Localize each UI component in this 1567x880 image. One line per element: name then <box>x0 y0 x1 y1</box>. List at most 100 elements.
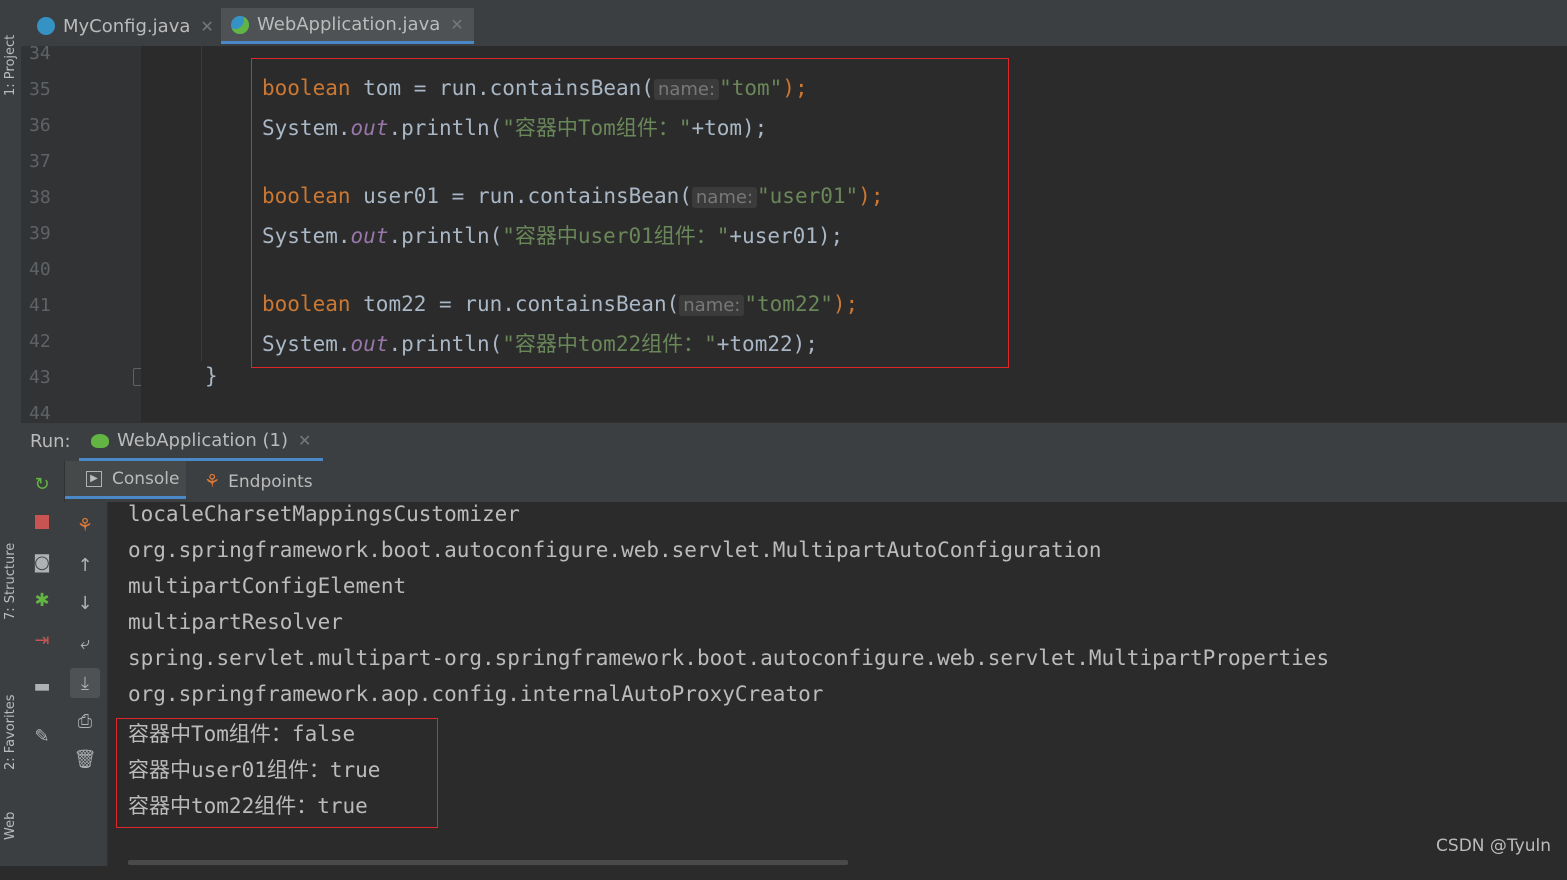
pin-icon[interactable]: ✎ <box>31 725 53 747</box>
exit-icon[interactable]: ⇥ <box>31 629 53 651</box>
code-line: System.out.println("容器中user01组件："+user01… <box>262 220 843 250</box>
favorites-tool-label: 2: Favorites <box>3 694 18 770</box>
console-line: org.springframework.aop.config.internalA… <box>128 682 824 706</box>
code-editor[interactable]: boolean tom = run.containsBean(name: "tom… <box>141 46 1567 422</box>
code-text: tom22 = run.containsBean( <box>350 292 680 316</box>
tab-webapplication-label: WebApplication.java <box>257 14 441 35</box>
line-number: 38 <box>29 187 51 208</box>
code-tail: ); <box>782 76 808 100</box>
scroll-to-end-icon[interactable]: ⤓ <box>70 668 100 698</box>
endpoints-tab-label: Endpoints <box>228 471 313 492</box>
console-line: spring.servlet.multipart-org.springframe… <box>128 646 1330 670</box>
code-line: System.out.println("容器中tom22组件："+tom22); <box>262 328 818 358</box>
static-field: out <box>350 332 389 356</box>
code-text: System. <box>262 332 351 356</box>
close-icon[interactable]: ✕ <box>200 17 213 36</box>
java-class-icon <box>37 17 55 35</box>
soft-wrap-icon[interactable]: ⤶ <box>74 632 96 654</box>
debug-icon[interactable]: ✱ <box>31 589 53 611</box>
tab-console[interactable]: ▶ Console <box>64 461 186 499</box>
code-text: user01 = run.containsBean( <box>350 184 692 208</box>
keyword: boolean <box>262 76 351 100</box>
print-icon[interactable]: ⎙ <box>74 710 96 732</box>
arrow-up-icon[interactable]: ↑ <box>74 554 96 576</box>
run-actions-toolbar: ↻ ◙ ✱ ⇥ ▬ ✎ <box>21 461 65 866</box>
keyword: boolean <box>262 292 351 316</box>
project-tool-label: 1: Project <box>3 34 18 96</box>
indent-guide <box>201 46 202 361</box>
horizontal-scrollbar[interactable] <box>128 860 848 865</box>
line-number: 36 <box>29 115 51 136</box>
string-literal: "tom" <box>719 76 783 100</box>
project-tool-tab[interactable]: 1: Project <box>0 35 21 186</box>
layout-icon[interactable]: ▬ <box>31 675 53 697</box>
console-line: multipartConfigElement <box>128 574 407 598</box>
code-text: .println( <box>388 224 503 248</box>
highlight-box <box>251 58 1009 368</box>
console-icon: ▶ <box>86 470 102 487</box>
code-tail: ); <box>858 184 884 208</box>
spring-boot-run-icon <box>91 433 109 448</box>
code-text: .println( <box>388 116 503 140</box>
tab-myconfig[interactable]: MyConfig.java ✕ <box>27 8 224 44</box>
closing-brace: } <box>205 364 218 388</box>
console-line: localeCharsetMappingsCustomizer <box>128 502 520 526</box>
code-tail: +user01); <box>729 224 844 248</box>
code-tail: +tom22); <box>716 332 818 356</box>
string-literal: "user01" <box>757 184 859 208</box>
highlight-box <box>116 718 438 828</box>
line-number: 40 <box>29 259 51 280</box>
line-number: 42 <box>29 331 51 352</box>
editor-tab-bar: MyConfig.java ✕ WebApplication.java ✕ <box>21 0 1567 47</box>
console-line: org.springframework.boot.autoconfigure.w… <box>128 538 1102 562</box>
static-field: out <box>350 116 389 140</box>
console-actions-toolbar: ⚘ ↑ ↓ ⤶ ⤓ ⎙ 🗑 <box>64 502 108 866</box>
parameter-hint: name: <box>691 187 758 208</box>
line-number: 43 <box>29 367 51 388</box>
tab-endpoints[interactable]: ⚘ Endpoints <box>204 461 313 502</box>
code-text: System. <box>262 116 351 140</box>
console-line: multipartResolver <box>128 610 343 634</box>
endpoints-icon: ⚘ <box>204 471 221 492</box>
trash-icon[interactable]: 🗑 <box>74 748 97 770</box>
string-literal: "容器中user01组件：" <box>502 224 730 248</box>
code-line: System.out.println("容器中Tom组件："+tom); <box>262 112 767 142</box>
string-literal: "tom22" <box>744 292 833 316</box>
static-field: out <box>350 224 389 248</box>
code-line: boolean tom = run.containsBean(name: "tom… <box>262 76 808 100</box>
run-toolbar: Run: WebApplication (1) ✕ <box>21 422 1567 461</box>
line-number: 39 <box>29 223 51 244</box>
console-tab-bar: ▶ Console ⚘ Endpoints <box>64 461 1567 502</box>
tab-myconfig-label: MyConfig.java <box>63 15 191 37</box>
code-text: .println( <box>388 332 503 356</box>
line-number: 34 <box>29 43 51 64</box>
web-tool-tab[interactable]: Web <box>0 812 21 880</box>
code-tail: ); <box>832 292 859 316</box>
close-icon[interactable]: ✕ <box>450 15 463 34</box>
code-line: boolean user01 = run.containsBean(name: "… <box>262 184 883 208</box>
left-tool-strip: 1: Project 7: Structure 2: Favorites Web <box>0 0 22 866</box>
camera-icon[interactable]: ◙ <box>31 551 53 573</box>
run-config-label: WebApplication (1) <box>117 430 289 451</box>
code-tail: +tom); <box>691 116 768 140</box>
watermark: CSDN @Tyuln <box>1436 836 1551 856</box>
run-label: Run: <box>30 431 71 452</box>
console-tab-label: Console <box>112 468 180 489</box>
close-icon[interactable]: ✕ <box>298 431 311 450</box>
line-number: 44 <box>29 403 51 424</box>
string-literal: "容器中Tom组件：" <box>502 116 692 140</box>
endpoints-action-icon[interactable]: ⚘ <box>74 514 96 536</box>
stop-icon[interactable] <box>31 511 53 533</box>
keyword: boolean <box>262 184 351 208</box>
line-number: 41 <box>29 295 51 316</box>
tab-webapplication[interactable]: WebApplication.java ✕ <box>221 8 474 44</box>
rerun-icon[interactable]: ↻ <box>31 473 53 495</box>
parameter-hint: name: <box>679 295 745 316</box>
tab-run-config[interactable]: WebApplication (1) ✕ <box>79 423 324 461</box>
parameter-hint: name: <box>653 79 720 100</box>
arrow-down-icon[interactable]: ↓ <box>74 592 96 614</box>
structure-tool-label: 7: Structure <box>3 542 18 620</box>
console-output[interactable]: localeCharsetMappingsCustomizer org.spri… <box>108 502 1567 866</box>
code-text: System. <box>262 224 351 248</box>
web-tool-label: Web <box>3 811 18 840</box>
